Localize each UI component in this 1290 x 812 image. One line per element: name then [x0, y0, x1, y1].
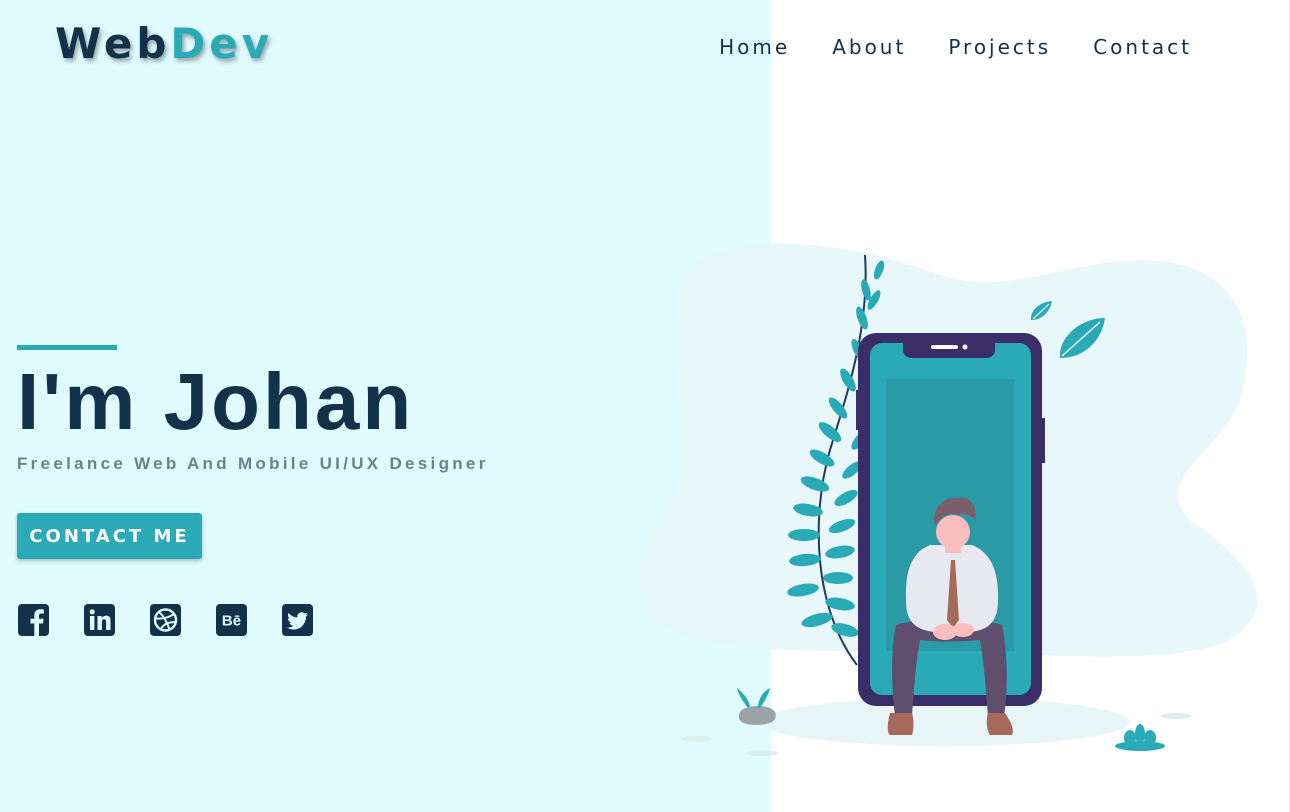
twitter-icon[interactable] [282, 604, 313, 636]
ground-dot [1160, 713, 1192, 719]
nav-about[interactable]: About [832, 34, 906, 60]
linkedin-icon[interactable] [84, 604, 115, 636]
nav-home[interactable]: Home [719, 34, 790, 60]
rock-plant [737, 688, 776, 725]
nav-contact[interactable]: Contact [1093, 34, 1192, 60]
nav-projects[interactable]: Projects [948, 34, 1051, 60]
hero-title: I'm Johan [17, 357, 415, 446]
dribbble-icon[interactable] [150, 604, 181, 636]
ground-dot [746, 750, 778, 756]
title-accent-line [17, 345, 117, 350]
main-nav: Home About Projects Contact [719, 34, 1192, 60]
contact-me-button[interactable]: CONTACT ME [17, 513, 202, 559]
behance-icon[interactable]: Bē [216, 604, 247, 636]
behance-glyph: Bē [222, 613, 241, 630]
hero-subtitle: Freelance Web And Mobile UI/UX Designer [17, 454, 489, 473]
brand-logo[interactable]: WebDev [55, 18, 273, 70]
ground-dot [681, 736, 713, 742]
logo-part-web: Web [55, 19, 171, 68]
facebook-icon[interactable] [18, 604, 49, 636]
hero-illustration [638, 243, 1258, 756]
social-links: Bē [18, 604, 313, 636]
logo-part-dev: Dev [170, 19, 274, 68]
